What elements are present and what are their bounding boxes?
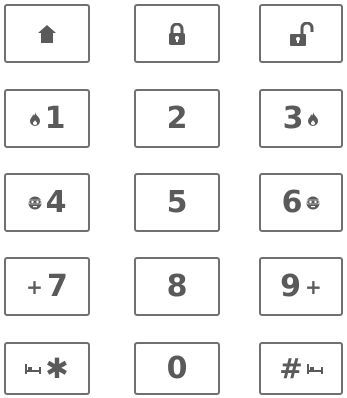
key-star[interactable]: ✱ — [4, 342, 90, 395]
key-label: 4 — [45, 184, 67, 220]
key-1[interactable]: 1 — [4, 89, 90, 148]
key-hash[interactable]: # — [259, 342, 343, 395]
key-label: 1 — [44, 100, 66, 136]
key-label: 3 — [282, 100, 304, 136]
lock-icon — [167, 22, 187, 45]
burglar-mask-icon — [306, 196, 320, 210]
plus-icon: + — [305, 274, 322, 299]
home-icon — [37, 24, 57, 44]
lock-button[interactable] — [134, 4, 220, 63]
unlock-button[interactable] — [259, 4, 343, 63]
key-label: 5 — [166, 184, 188, 220]
key-0[interactable]: 0 — [134, 342, 220, 395]
key-label: # — [279, 351, 303, 385]
key-label: 7 — [46, 268, 68, 304]
key-6[interactable]: 6 — [259, 173, 343, 232]
burglar-mask-icon — [28, 196, 42, 210]
plus-icon: + — [26, 274, 43, 299]
key-label: 9 — [280, 268, 302, 304]
key-label: ✱ — [45, 351, 69, 385]
key-2[interactable]: 2 — [134, 89, 220, 148]
key-4[interactable]: 4 — [4, 173, 90, 232]
key-8[interactable]: 8 — [134, 257, 220, 316]
key-7[interactable]: + 7 — [4, 257, 90, 316]
fire-icon — [307, 111, 319, 126]
bed-icon — [306, 363, 323, 374]
key-9[interactable]: 9 + — [259, 257, 343, 316]
key-label: 2 — [166, 100, 188, 136]
key-3[interactable]: 3 — [259, 89, 343, 148]
key-label: 8 — [166, 268, 188, 304]
fire-icon — [29, 111, 41, 126]
unlock-icon — [288, 21, 314, 46]
bed-icon — [25, 363, 42, 374]
home-button[interactable] — [4, 4, 90, 63]
key-label: 6 — [281, 184, 303, 220]
key-5[interactable]: 5 — [134, 173, 220, 232]
key-label: 0 — [166, 350, 188, 386]
